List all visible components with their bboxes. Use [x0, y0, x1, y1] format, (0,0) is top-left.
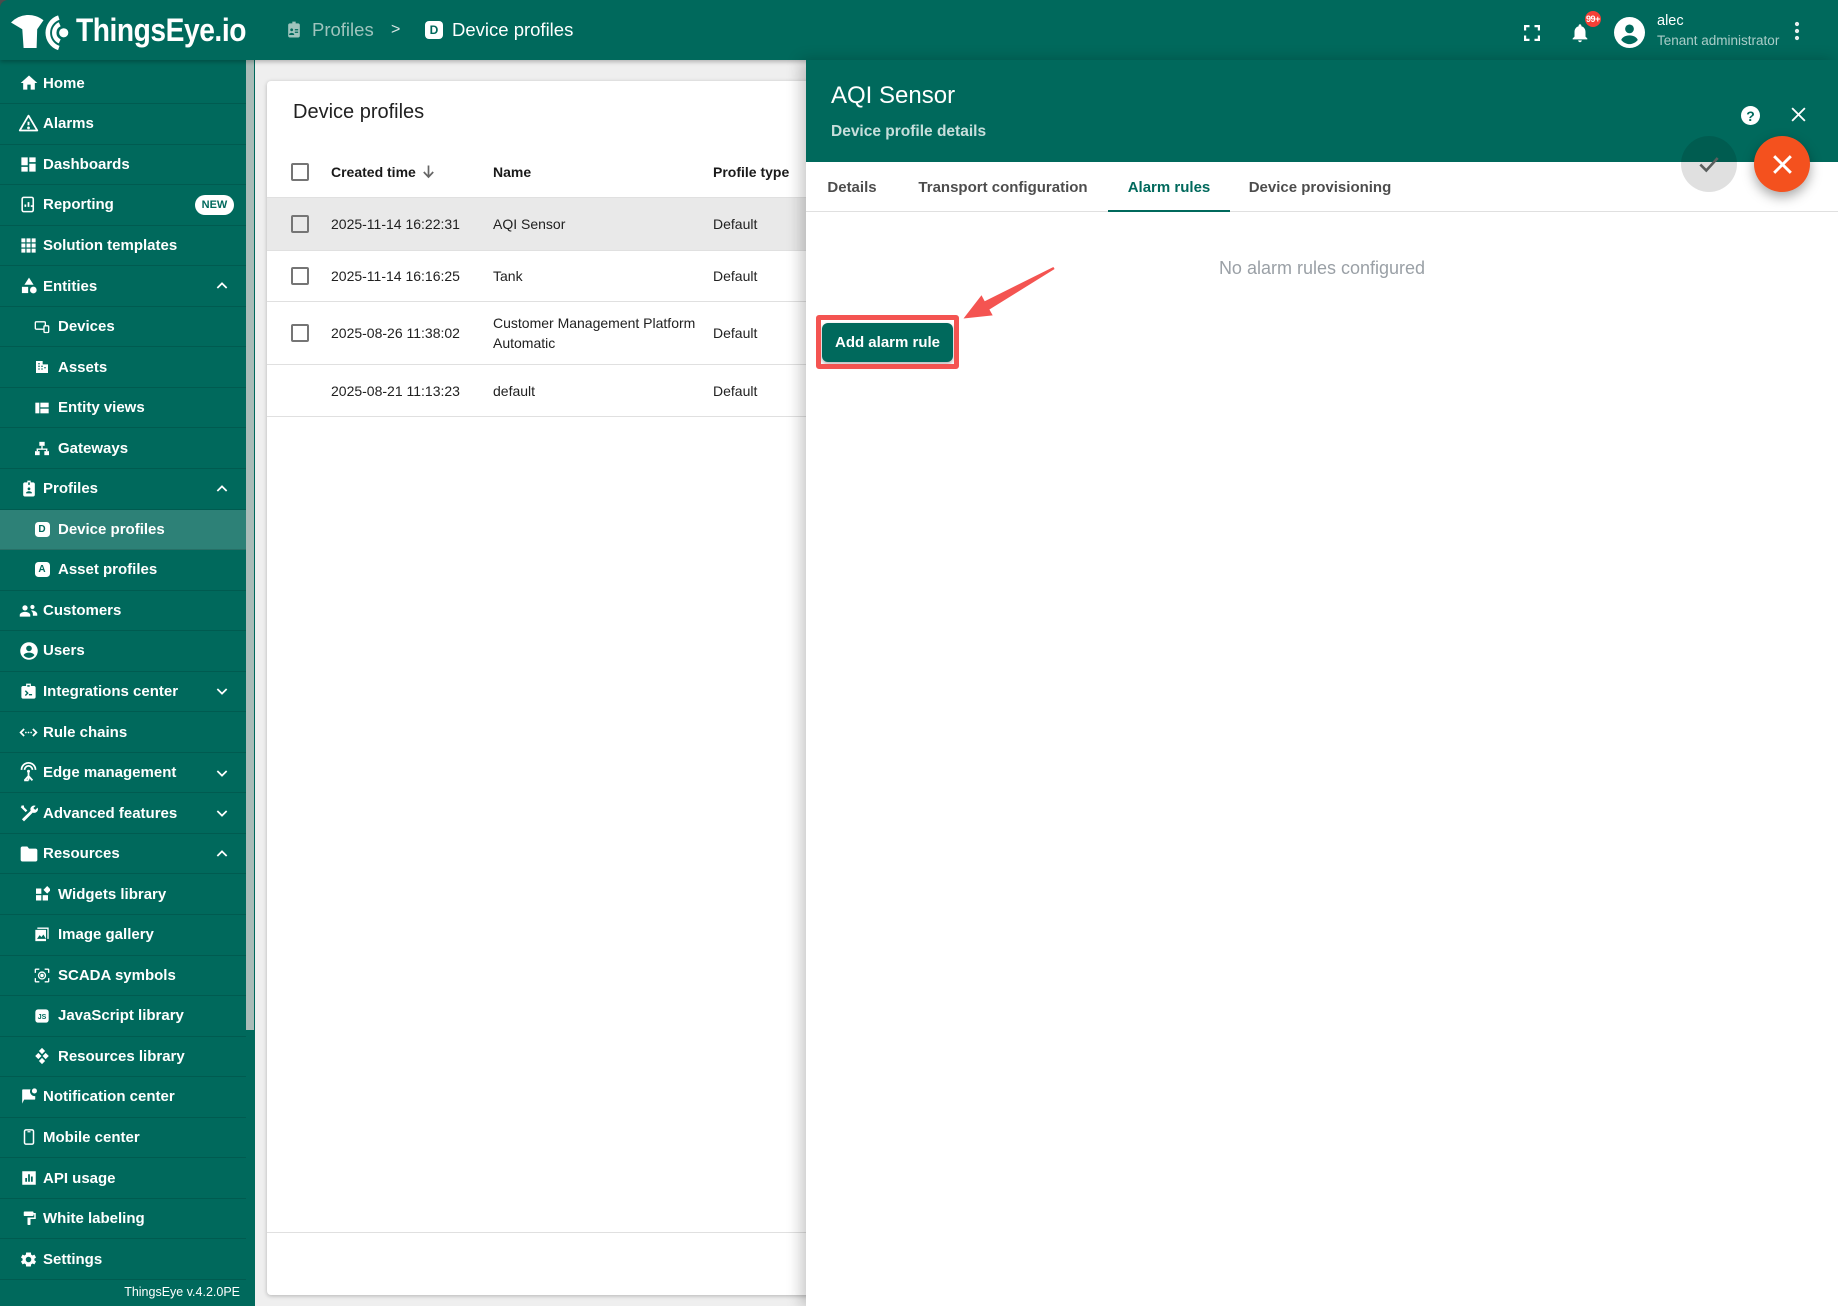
svg-text:JS: JS	[38, 1014, 47, 1021]
